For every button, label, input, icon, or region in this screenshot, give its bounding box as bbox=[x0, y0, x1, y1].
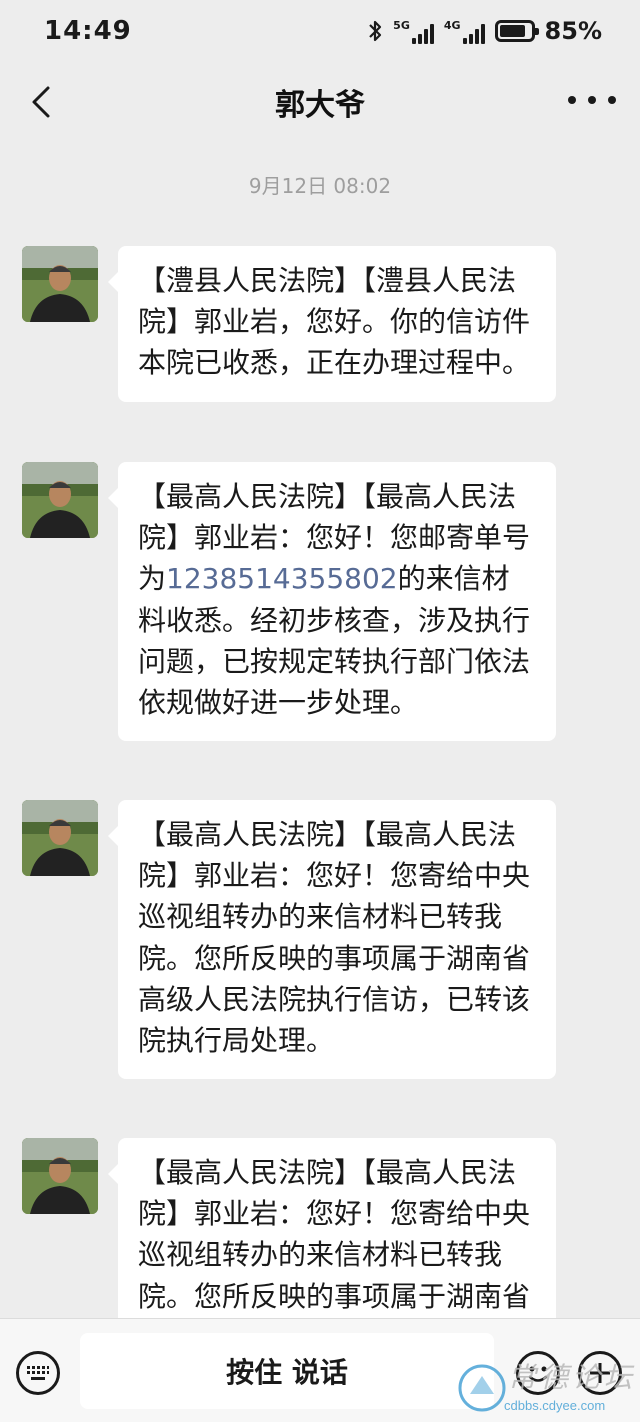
message-bubble[interactable]: 【最高人民法院】【最高人民法院】郭业岩：您好！您寄给中央巡视组转办的来信材料已转… bbox=[108, 800, 556, 1080]
avatar[interactable] bbox=[22, 462, 98, 538]
watermark-text: 常德论坛 bbox=[508, 1361, 637, 1394]
message-bubble[interactable]: 【最高人民法院】【最高人民法院】郭业岩：您好！您寄给中央巡视组转办的来信材料已转… bbox=[108, 1138, 556, 1318]
message-bubble[interactable]: 【最高人民法院】【最高人民法院】郭业岩：您好！您邮寄单号为12385143558… bbox=[108, 462, 556, 742]
message-text: 【最高人民法院】【最高人民法院】郭业岩：您好！您寄给中央巡视组转办的来信材料已转… bbox=[138, 1156, 531, 1313]
message-timestamp: 9月12日 08:02 bbox=[248, 174, 392, 198]
tracking-number-link[interactable]: 1238514355802 bbox=[166, 562, 398, 595]
message-bubble[interactable]: 【澧县人民法院】【澧县人民法院】郭业岩，您好。你的信访件本院已收悉，正在办理过程… bbox=[108, 246, 556, 402]
avatar[interactable] bbox=[22, 800, 98, 876]
message-text: 【最高人民法院】【最高人民法院】郭业岩：您好！您寄给中央巡视组转办的来信材料已转… bbox=[138, 818, 531, 1058]
hold-to-talk-button[interactable]: 按住 说话 bbox=[80, 1333, 494, 1409]
watermark-emblem-icon bbox=[458, 1364, 506, 1412]
keyboard-icon[interactable] bbox=[16, 1351, 60, 1395]
avatar[interactable] bbox=[22, 1138, 98, 1214]
chat-area[interactable]: 9月12日 08:02 【澧县人民法院】【澧县人民法院】郭业岩，您好。你的信访件… bbox=[0, 0, 640, 1318]
watermark-url: cdbbs.cdyee.com bbox=[504, 1398, 606, 1413]
avatar[interactable] bbox=[22, 246, 98, 322]
watermark-logo: 常德论坛 cdbbs.cdyee.com bbox=[452, 1348, 640, 1422]
message-text: 【澧县人民法院】【澧县人民法院】郭业岩，您好。你的信访件本院已收悉，正在办理过程… bbox=[138, 264, 531, 380]
